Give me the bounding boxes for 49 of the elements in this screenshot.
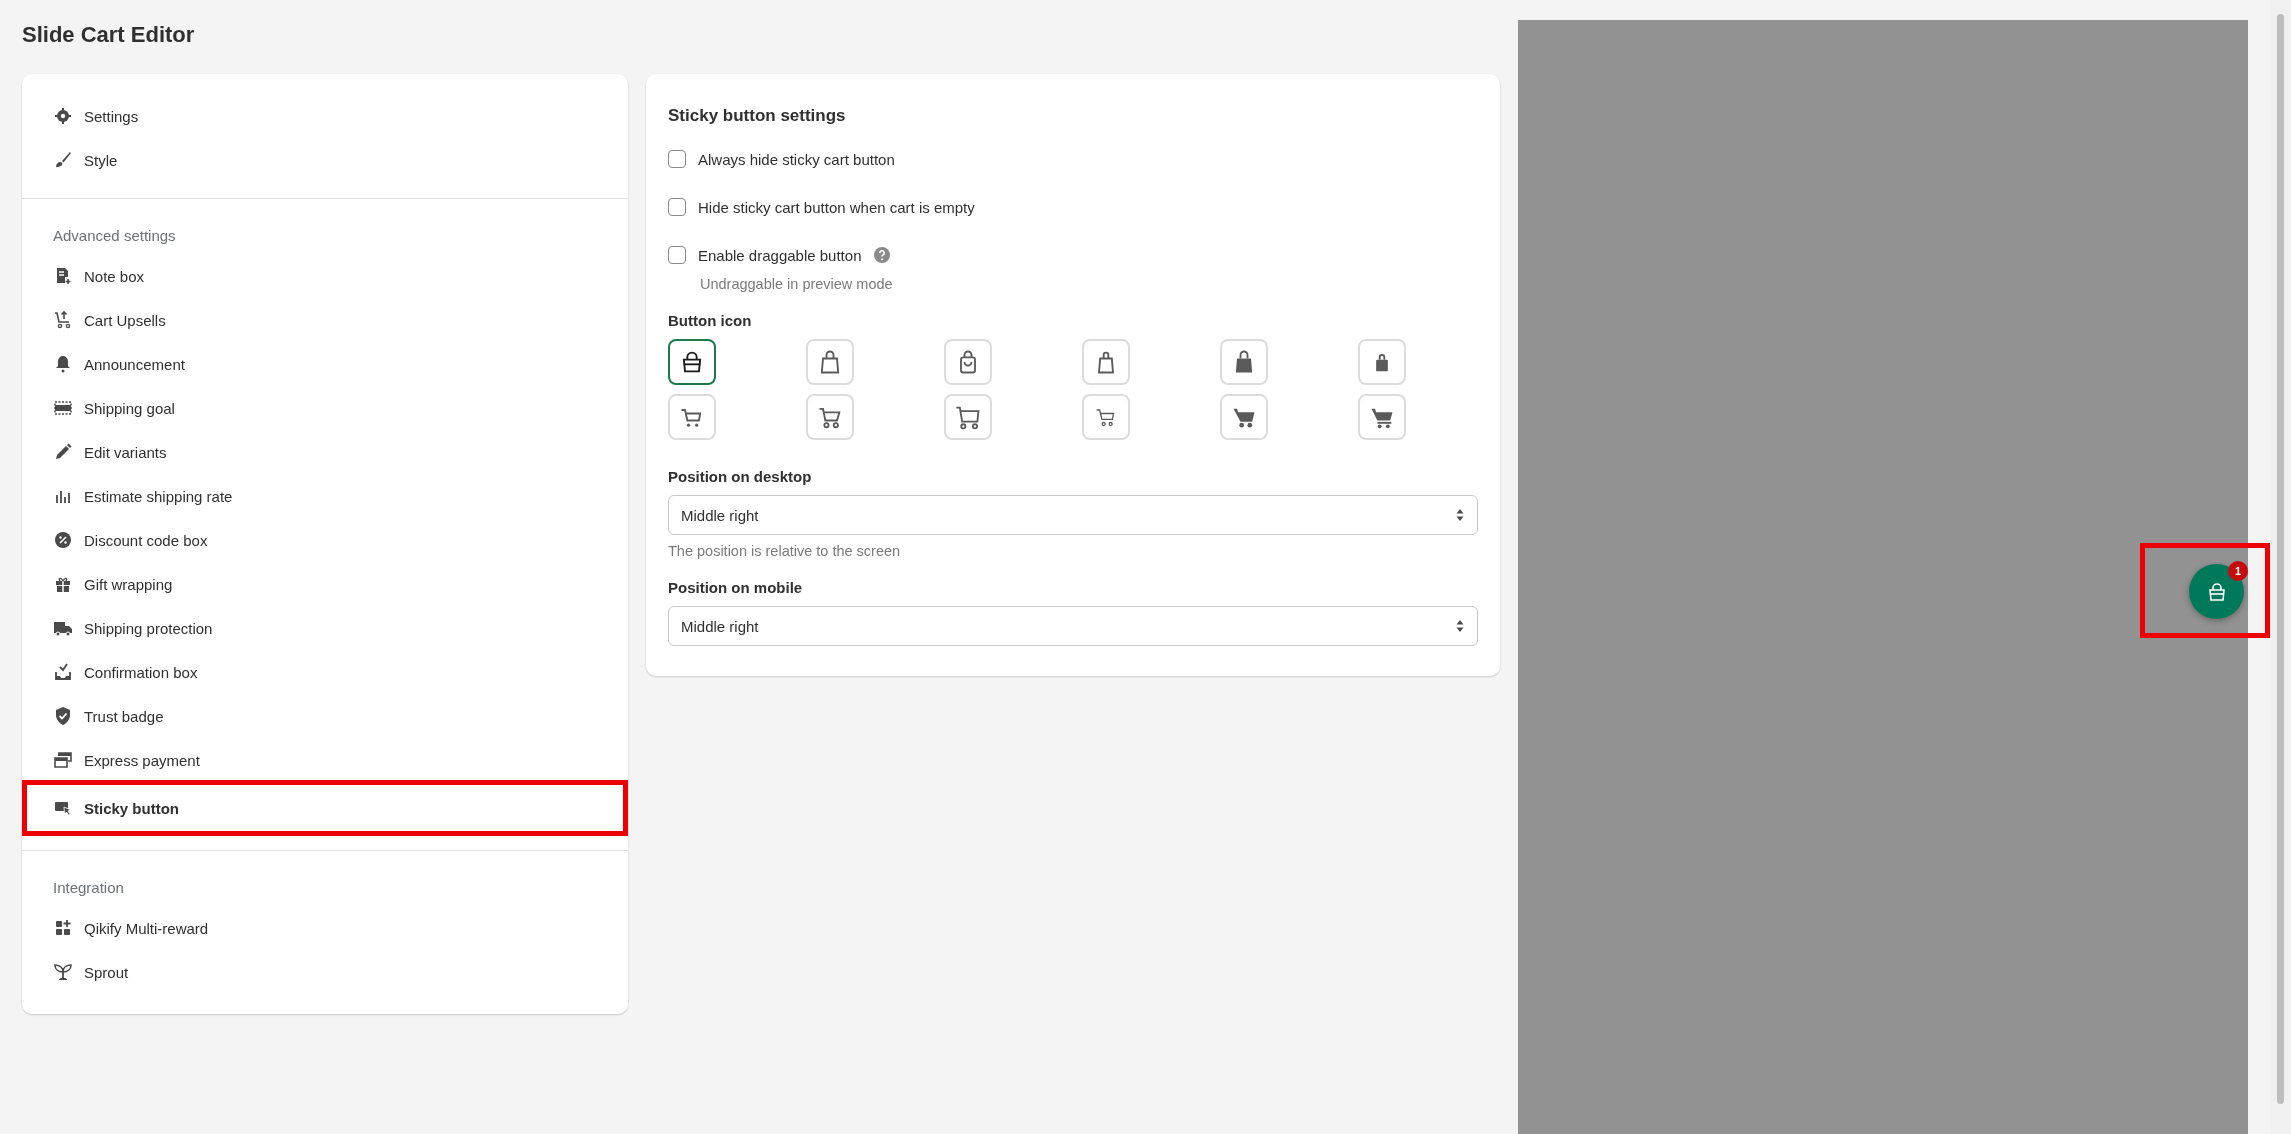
help-icon[interactable] [873, 246, 892, 264]
select-caret-icon [1455, 619, 1465, 633]
checkbox[interactable] [668, 198, 686, 216]
checkbox-label[interactable]: Hide sticky cart button when cart is empty [698, 198, 975, 216]
sidebar-item[interactable]: Shipping protection [32, 606, 618, 650]
select-field[interactable]: Middle right [668, 606, 1478, 646]
icon-option[interactable] [668, 339, 716, 385]
sidebar-item[interactable]: Trust badge [32, 694, 618, 738]
pencil-icon [53, 442, 73, 462]
checkbox[interactable] [668, 246, 686, 264]
sidebar-item[interactable]: Note box [32, 254, 618, 298]
scrollbar[interactable] [2270, 0, 2291, 1134]
page-title: Slide Cart Editor [22, 21, 195, 49]
select-caret-icon [1455, 508, 1465, 522]
sidebar-item[interactable]: Announcement [32, 342, 618, 386]
help-text: Undraggable in preview mode [700, 276, 894, 292]
checkbox[interactable] [668, 150, 686, 168]
field-label: Position on mobile [668, 579, 804, 596]
sidebar-item[interactable]: Shipping goal [32, 386, 618, 430]
sidebar-item[interactable]: Gift wrapping [32, 562, 618, 606]
sprout-icon [53, 962, 73, 982]
section-heading: Integration [52, 878, 125, 898]
sidebar-item[interactable]: Cart Upsells [32, 298, 618, 342]
cards-icon [53, 750, 73, 770]
field-label: Position on desktop [668, 468, 813, 485]
sidebar-item[interactable]: Settings [32, 94, 618, 138]
checkbox-label[interactable]: Enable draggable button [698, 246, 862, 264]
sidebar-item[interactable]: Express payment [32, 738, 618, 782]
panel-title: Sticky button settings [668, 106, 847, 126]
cart-upload-icon [53, 310, 73, 330]
sidebar-item[interactable]: Confirmation box [32, 650, 618, 694]
sidebar-item[interactable]: Discount code box [32, 518, 618, 562]
section-heading: Advanced settings [52, 226, 177, 246]
inbox-check-icon [53, 662, 73, 682]
shield-check-icon [53, 706, 73, 726]
help-text: The position is relative to the screen [668, 543, 902, 559]
brush-icon [53, 150, 73, 170]
apps-plus-icon [53, 918, 73, 938]
sidebar-item[interactable]: Edit variants [32, 430, 618, 474]
sidebar-item[interactable]: Style [32, 138, 618, 182]
sidebar-item[interactable]: Qikify Multi-reward [32, 906, 618, 950]
banner-icon [53, 398, 73, 418]
select-field[interactable]: Middle right [668, 495, 1478, 535]
sidebar-item[interactable]: Estimate shipping rate [32, 474, 618, 518]
sidebar-item[interactable]: Sprout [32, 950, 618, 994]
checkbox-label[interactable]: Always hide sticky cart button [698, 150, 895, 168]
field-label: Button icon [668, 312, 753, 329]
percent-badge-icon [53, 530, 73, 550]
sidebar-item[interactable]: Sticky button [24, 782, 626, 834]
